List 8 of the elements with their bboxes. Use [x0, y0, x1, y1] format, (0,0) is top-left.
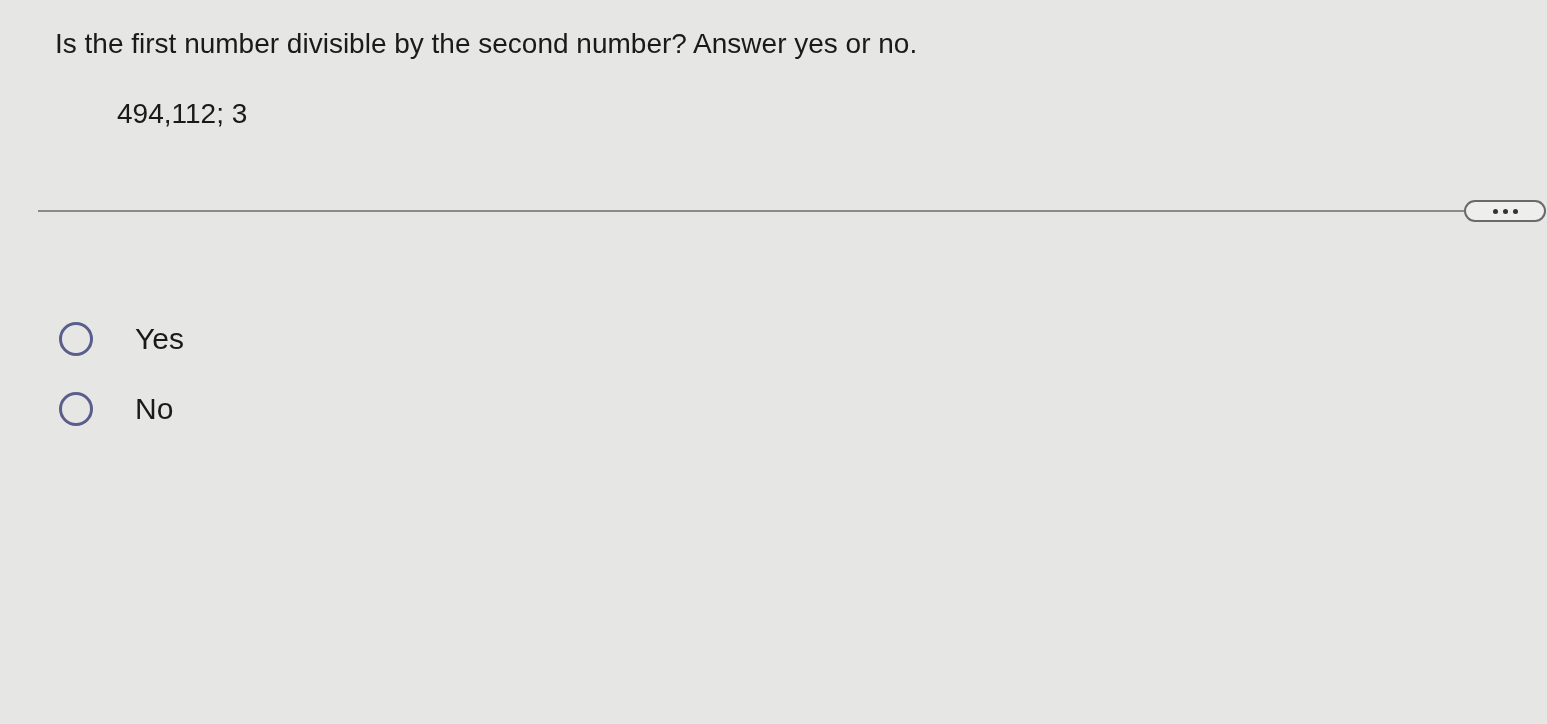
- option-label[interactable]: Yes: [135, 322, 184, 356]
- radio-button[interactable]: [59, 392, 93, 426]
- more-icon: [1492, 208, 1518, 214]
- more-button[interactable]: [1464, 200, 1546, 222]
- number-pair: 494,112; 3: [117, 98, 249, 130]
- radio-button[interactable]: [59, 322, 93, 356]
- option-label[interactable]: No: [135, 392, 174, 426]
- question-text: Is the first number divisible by the second number? Answer yes or no.: [55, 28, 919, 60]
